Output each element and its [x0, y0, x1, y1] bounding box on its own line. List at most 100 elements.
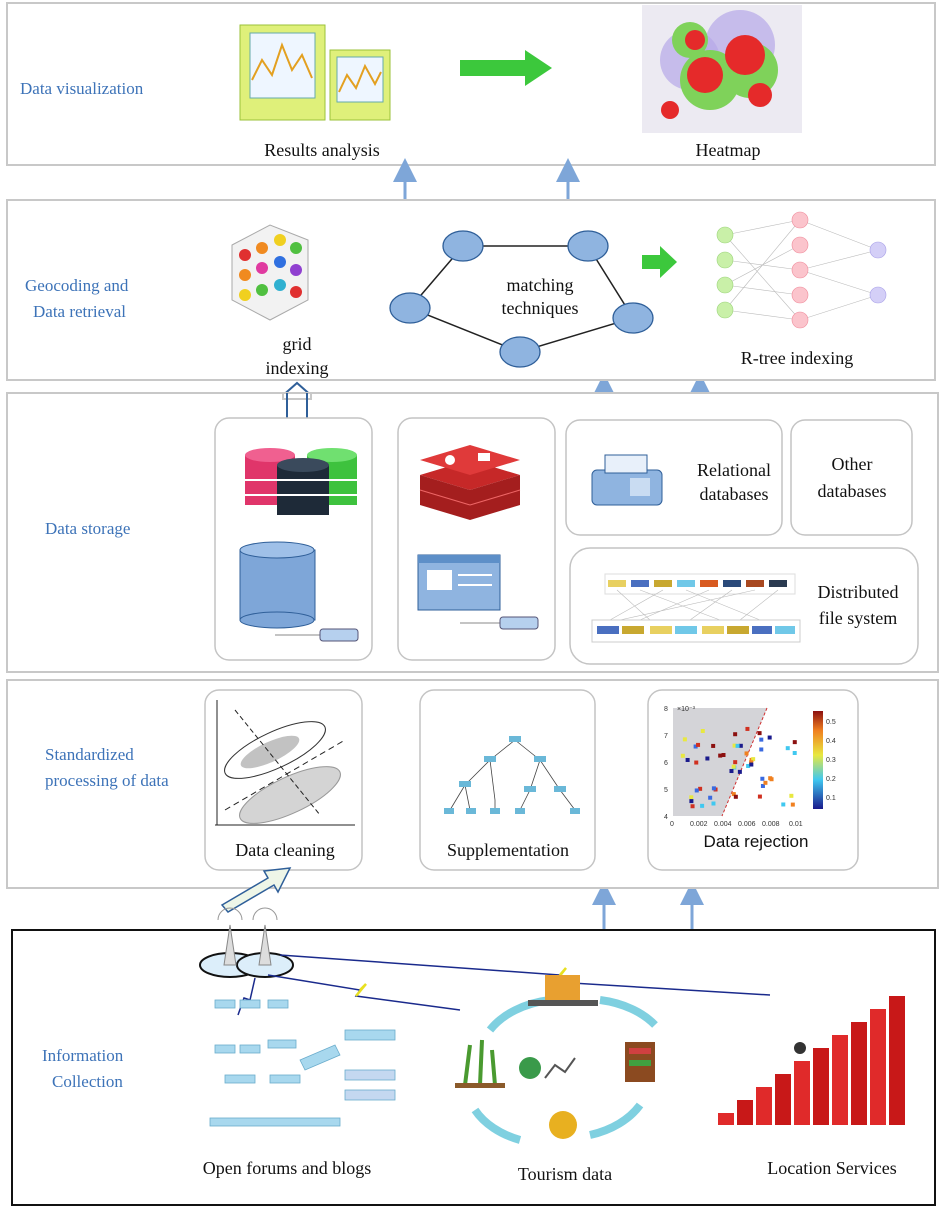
scatter-point: [792, 750, 797, 755]
bar: [870, 1009, 886, 1125]
bar: [775, 1074, 791, 1125]
scatter-point: [689, 799, 694, 804]
other-line1: Other: [832, 454, 873, 474]
grid-indexing-line2: indexing: [266, 358, 329, 378]
scatter-point: [711, 743, 716, 748]
matching-line1: matching: [507, 275, 574, 295]
scatter-point: [705, 756, 710, 761]
data-rejection-caption: Data rejection: [704, 832, 809, 851]
scatter-point: [682, 737, 687, 742]
results-analysis-caption: Results analysis: [264, 140, 380, 160]
scatter-point: [760, 776, 765, 781]
layer-data-storage: Data storage Relational databases Other …: [6, 392, 939, 673]
runner-figure: [794, 1042, 806, 1054]
scatter-point: [790, 802, 795, 807]
location-caption: Location Services: [767, 1158, 896, 1178]
other-line2: databases: [818, 481, 887, 501]
scatter-point: [735, 743, 740, 748]
scatter-point: [690, 804, 695, 809]
scatter-point: [744, 751, 749, 756]
bar: [718, 1113, 734, 1125]
bar: [756, 1087, 772, 1125]
y-tick: 6: [664, 760, 668, 767]
colorbar-tick: 0.1: [826, 795, 836, 802]
scatter-point: [733, 760, 738, 765]
scatter-point: [733, 732, 738, 737]
layer-label: Data storage: [45, 519, 130, 538]
scatter-point: [768, 776, 773, 781]
layer-geocoding-retrieval: Geocoding and Data retrieval grid indexi…: [6, 199, 936, 381]
layer-label-line2: Collection: [52, 1072, 123, 1091]
bar: [737, 1100, 753, 1125]
scatter-point: [759, 737, 764, 742]
scatter-point: [767, 735, 772, 740]
scatter-point: [731, 764, 736, 769]
scatter-point: [729, 769, 734, 774]
dfs-line1: Distributed: [818, 582, 899, 602]
database-stack-icon: [245, 448, 357, 515]
matching-line2: techniques: [502, 298, 579, 318]
supplementation-caption: Supplementation: [447, 840, 569, 860]
scatter-point: [757, 794, 762, 799]
scatter-point: [792, 740, 797, 745]
scatter-point: [700, 803, 705, 808]
forums-caption: Open forums and blogs: [203, 1158, 371, 1178]
scatter-point: [745, 726, 750, 731]
heatmap-image: [642, 5, 802, 133]
tourism-caption: Tourism data: [518, 1164, 612, 1184]
y-tick: 8: [664, 706, 668, 713]
scatter-point: [759, 747, 764, 752]
layer-label-line2: processing of data: [45, 771, 169, 790]
scatter-point: [785, 746, 790, 751]
x-tick: 0.004: [714, 821, 732, 828]
grid-cube-icon: [231, 224, 309, 321]
scatter-point: [708, 795, 713, 800]
scatter-point: [733, 794, 738, 799]
x-tick: 0.008: [762, 821, 780, 828]
graph-node: [442, 230, 484, 262]
scatter-point: [711, 801, 716, 806]
colorbar-tick: 0.3: [826, 757, 836, 764]
other-databases-card: [790, 419, 913, 536]
scatter-point: [737, 769, 742, 774]
x-tick: 0: [670, 821, 674, 828]
scatter-point: [696, 742, 701, 747]
grid-indexing-line1: grid: [283, 334, 312, 354]
bar: [794, 1061, 810, 1125]
layer-label-line1: Standardized: [45, 745, 134, 764]
colorbar-tick: 0.4: [826, 738, 836, 745]
graph-node: [389, 292, 431, 324]
layer-label: Data visualization: [20, 79, 144, 98]
colorbar-tick: 0.2: [826, 776, 836, 783]
x-tick: 0.01: [789, 821, 803, 828]
graph-node: [612, 302, 654, 334]
y-scale-label: ×10⁻³: [677, 706, 696, 713]
y-tick: 4: [664, 814, 668, 821]
scatter-point: [749, 762, 754, 767]
scatter-point: [763, 780, 768, 785]
bar: [889, 996, 905, 1125]
layer-data-visualization: Data visualization Results analysis Heat…: [6, 2, 936, 166]
scatter-point: [680, 753, 685, 758]
dfs-line2: file system: [819, 608, 898, 628]
scatter-point: [685, 757, 690, 762]
scatter-point: [700, 729, 705, 734]
bar: [813, 1048, 829, 1125]
x-tick: 0.002: [690, 821, 708, 828]
y-tick: 7: [664, 733, 668, 740]
x-tick: 0.006: [738, 821, 756, 828]
scatter-point: [694, 788, 699, 793]
bar: [832, 1035, 848, 1125]
graph-node: [499, 336, 541, 368]
graph-node: [567, 230, 609, 262]
scatter-point: [694, 760, 699, 765]
colorbar: [813, 711, 823, 809]
data-cleaning-caption: Data cleaning: [235, 840, 334, 860]
scatter-point: [718, 753, 723, 758]
redis-icon: [419, 445, 521, 520]
scatter-point: [789, 793, 794, 798]
bar: [851, 1022, 867, 1125]
scatter-point: [781, 802, 786, 807]
layer-label-line2: Data retrieval: [33, 302, 126, 321]
heatmap-caption: Heatmap: [696, 140, 761, 160]
